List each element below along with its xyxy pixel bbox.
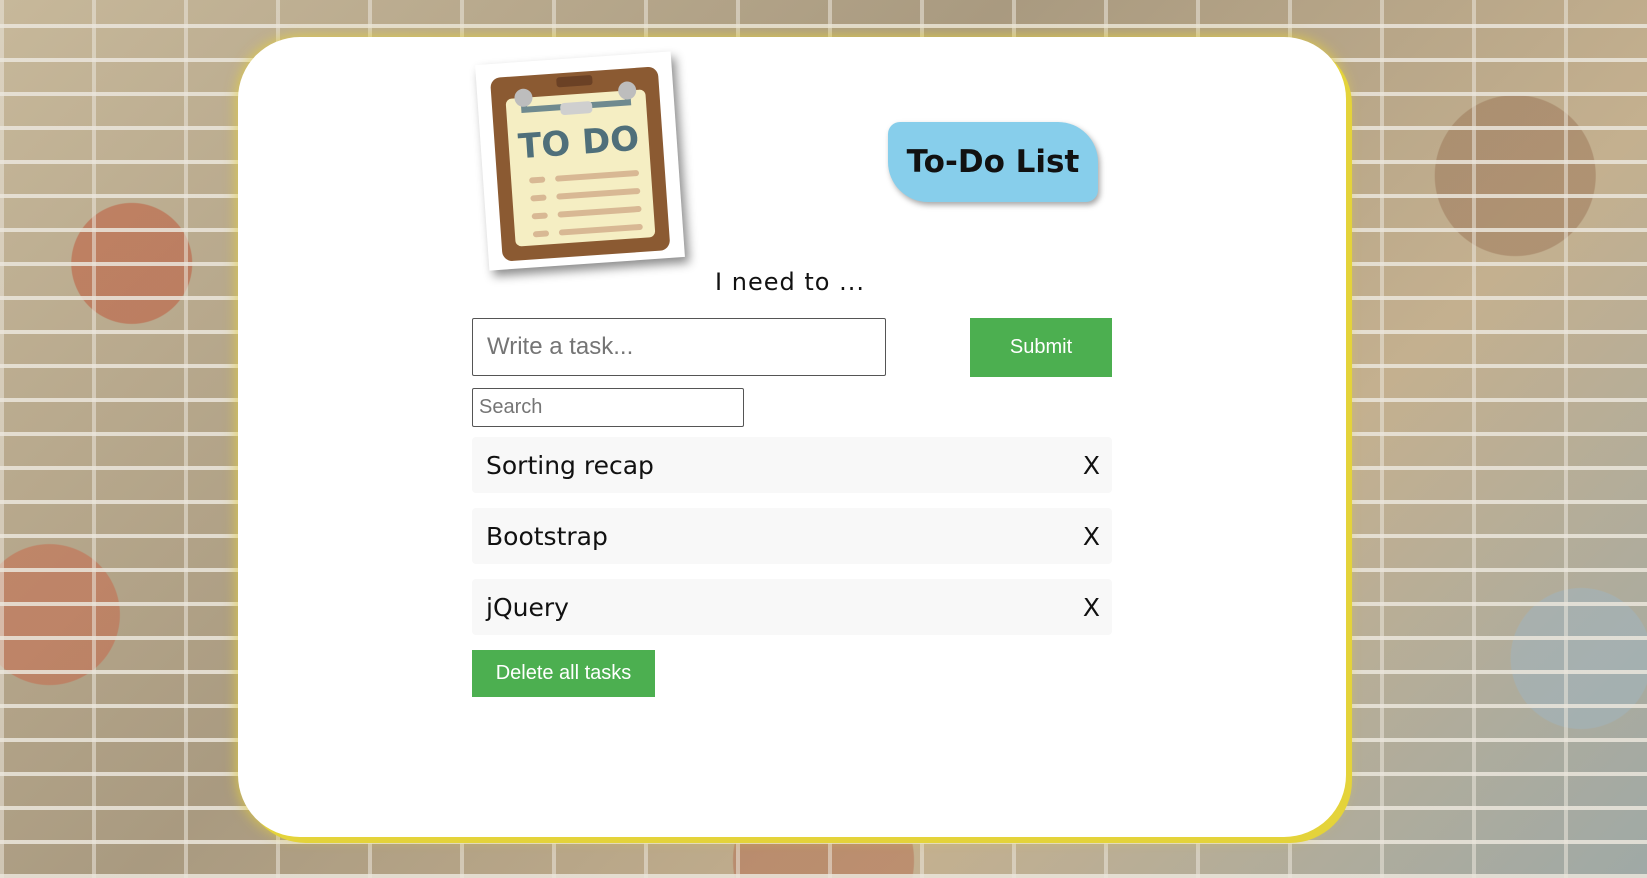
clipboard-icon: TO DO <box>490 67 670 261</box>
svg-text:TO DO: TO DO <box>517 119 641 167</box>
task-item: jQuery X <box>472 579 1112 635</box>
delete-task-button[interactable]: X <box>1083 593 1100 622</box>
delete-all-tasks-button[interactable]: Delete all tasks <box>472 650 655 697</box>
todo-clipboard-logo: TO DO <box>475 51 685 271</box>
task-label: Bootstrap <box>486 521 608 551</box>
delete-task-button[interactable]: X <box>1083 451 1100 480</box>
task-label: Sorting recap <box>486 450 654 480</box>
task-prompt-label: I need to ... <box>715 268 865 296</box>
submit-button[interactable]: Submit <box>970 318 1112 377</box>
delete-task-button[interactable]: X <box>1083 522 1100 551</box>
search-input[interactable] <box>472 388 744 427</box>
task-list: Sorting recap X Bootstrap X jQuery X <box>472 437 1112 650</box>
task-input[interactable] <box>472 318 886 376</box>
task-label: jQuery <box>486 592 569 622</box>
task-item: Sorting recap X <box>472 437 1112 493</box>
task-item: Bootstrap X <box>472 508 1112 564</box>
page-title: To-Do List <box>888 122 1098 202</box>
